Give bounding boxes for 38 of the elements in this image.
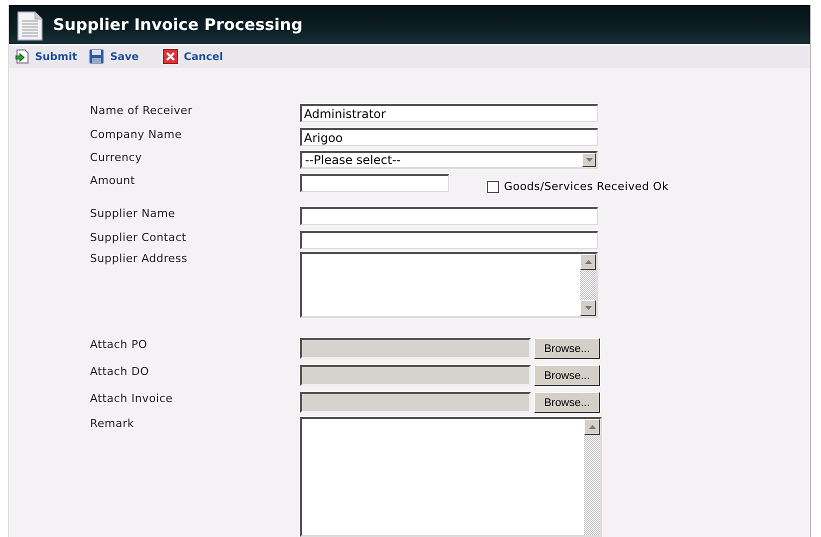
document-icon xyxy=(17,11,43,41)
checkbox-label: Goods/Services Received Ok xyxy=(504,180,669,193)
text-field[interactable]: Administrator xyxy=(300,104,598,122)
close-icon xyxy=(162,49,178,64)
browse-button[interactable]: Browse... xyxy=(534,365,600,386)
field-label: Supplier Address xyxy=(90,252,188,265)
window-title: Supplier Invoice Processing xyxy=(53,15,303,34)
browse-button[interactable]: Browse... xyxy=(534,392,600,413)
checkbox[interactable] xyxy=(487,180,499,192)
save-icon xyxy=(89,49,104,64)
text-field[interactable] xyxy=(300,207,598,225)
field-label: Currency xyxy=(90,151,143,164)
field-label: Amount xyxy=(90,174,136,187)
field-label: Supplier Contact xyxy=(90,231,188,244)
field-label: Name of Receiver xyxy=(90,104,194,117)
scroll-up-icon[interactable] xyxy=(584,419,600,435)
browse-button[interactable]: Browse... xyxy=(534,338,600,359)
field-label: Attach Invoice xyxy=(90,392,174,405)
file-path-field[interactable] xyxy=(300,392,531,413)
document-arrow-icon xyxy=(15,49,29,64)
toolbar-button[interactable]: Submit xyxy=(15,49,78,64)
text-field[interactable] xyxy=(300,231,598,249)
scroll-up-icon[interactable] xyxy=(580,254,596,270)
scroll-down-icon[interactable] xyxy=(580,300,596,316)
file-path-field[interactable] xyxy=(300,365,531,386)
field-label: Attach PO xyxy=(90,338,148,351)
field-label: Remark xyxy=(90,417,136,430)
toolbar-button[interactable]: Save xyxy=(89,49,139,64)
text-area[interactable] xyxy=(300,417,602,537)
field-label: Supplier Name xyxy=(90,207,176,220)
currency-dropdown[interactable]: --Please select-- xyxy=(300,151,598,169)
text-field[interactable]: Arigoo xyxy=(300,128,598,146)
field-label: Attach DO xyxy=(90,365,150,378)
file-path-field[interactable] xyxy=(300,338,531,359)
toolbar-button[interactable]: Cancel xyxy=(162,49,223,64)
text-area[interactable] xyxy=(300,252,598,318)
amount-field[interactable] xyxy=(300,174,449,192)
field-label: Company Name xyxy=(90,128,183,141)
